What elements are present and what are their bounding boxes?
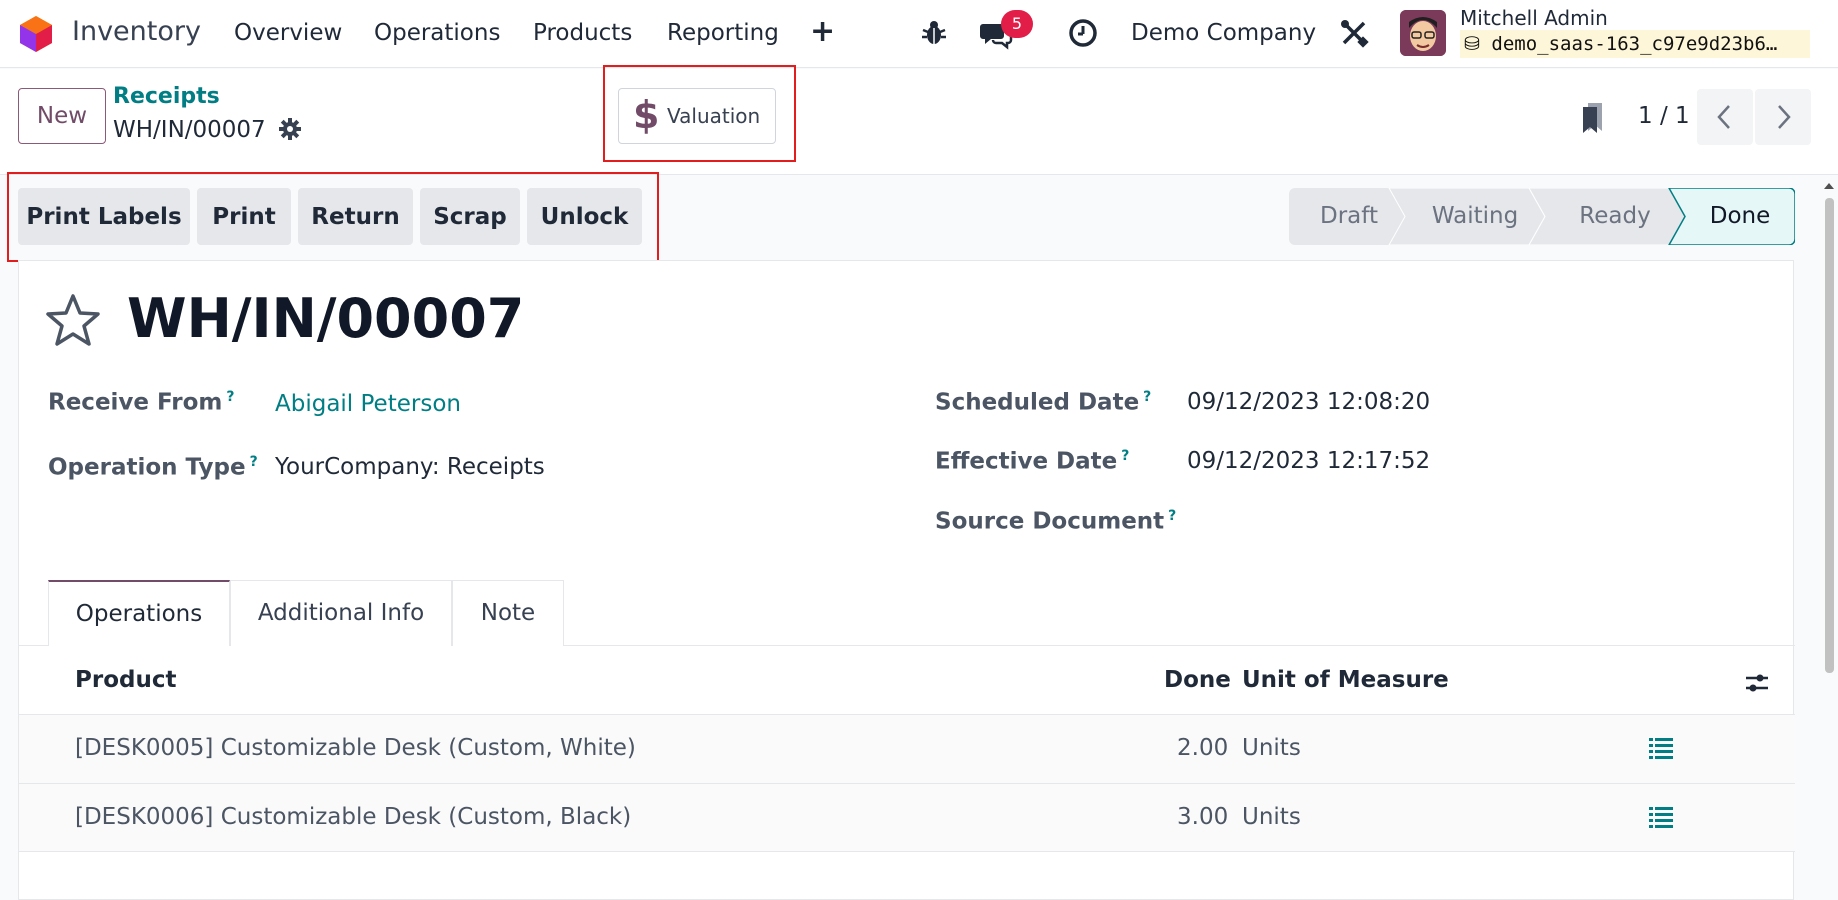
operation-type-value[interactable]: YourCompany: Receipts [275,454,545,480]
pager-previous-button[interactable] [1697,89,1753,145]
uom-cell[interactable]: Units [1242,804,1301,830]
scheduled-date-value[interactable]: 09/12/2023 12:08:20 [1187,389,1430,415]
table-row[interactable]: [DESK0005] Customizable Desk (Custom, Wh… [19,714,1795,783]
help-tooltip[interactable]: ? [1143,389,1151,405]
column-done[interactable]: Done [1164,667,1231,693]
done-cell[interactable]: 2.00 [1177,735,1228,761]
company-switcher[interactable]: Demo Company [1131,20,1316,46]
scheduled-date-label: Scheduled Date? [935,389,1152,416]
scrollbar-thumb[interactable] [1825,198,1834,673]
detailed-operations-icon[interactable] [1649,806,1673,828]
menu-reporting[interactable]: Reporting [667,20,779,46]
bookmark-icon[interactable] [1580,101,1606,135]
status-bar: Draft Waiting Ready Done [1289,188,1795,245]
receive-from-value[interactable]: Abigail Peterson [275,391,461,417]
valuation-label: Valuation [667,104,761,128]
form-sheet: WH/IN/00007 Receive From? Abigail Peters… [18,260,1795,900]
breadcrumb-current-record: WH/IN/00007 [113,117,266,143]
effective-date-value[interactable]: 09/12/2023 12:17:52 [1187,448,1430,474]
new-button[interactable]: New [18,88,106,144]
app-name[interactable]: Inventory [72,16,201,47]
pager-value[interactable]: 1 / 1 [1638,103,1690,129]
tab-note[interactable]: Note [452,580,564,646]
print-labels-button[interactable]: Print Labels [18,188,190,245]
user-avatar[interactable] [1400,10,1446,56]
plus-icon[interactable]: + [810,14,835,49]
help-tooltip[interactable]: ? [226,389,234,405]
return-button[interactable]: Return [298,188,413,245]
detailed-operations-icon[interactable] [1649,737,1673,759]
product-cell[interactable]: [DESK0006] Customizable Desk (Custom, Bl… [75,804,631,830]
user-name[interactable]: Mitchell Admin [1460,6,1608,30]
stage-draft[interactable]: Draft [1299,188,1399,245]
clock-icon[interactable] [1066,16,1100,50]
column-unit-of-measure[interactable]: Unit of Measure [1242,667,1449,693]
scrollbar[interactable] [1822,178,1836,890]
record-title: WH/IN/00007 [127,287,525,350]
effective-date-label: Effective Date? [935,448,1130,475]
pager-next-button[interactable] [1755,89,1811,145]
column-settings-icon[interactable] [1743,669,1771,697]
table-row[interactable]: [DESK0006] Customizable Desk (Custom, Bl… [19,783,1795,852]
database-icon: ⛁ [1464,33,1480,55]
source-document-label: Source Document? [935,508,1177,535]
dollar-icon: $ [633,93,660,137]
stage-done[interactable]: Done [1685,188,1795,245]
database-label: demo_saas-163_c97e9d23b6… [1491,33,1778,55]
uom-cell[interactable]: Units [1242,735,1301,761]
chevron-right-icon [1778,105,1791,129]
inventory-app-icon[interactable] [18,14,54,54]
tab-additional-info[interactable]: Additional Info [230,580,452,646]
stage-ready[interactable]: Ready [1547,188,1683,245]
scrap-button[interactable]: Scrap [420,188,520,245]
product-cell[interactable]: [DESK0005] Customizable Desk (Custom, Wh… [75,735,636,761]
stage-waiting[interactable]: Waiting [1407,188,1543,245]
bug-icon[interactable] [917,16,951,50]
scroll-up-icon[interactable] [1822,180,1836,192]
help-tooltip[interactable]: ? [250,454,258,470]
receive-from-label: Receive From? [48,389,235,416]
print-button[interactable]: Print [197,188,291,245]
done-cell[interactable]: 3.00 [1177,804,1228,830]
menu-products[interactable]: Products [533,20,632,46]
star-icon[interactable] [45,293,101,347]
valuation-button[interactable]: $ Valuation [618,88,776,144]
chevron-left-icon [1717,105,1730,129]
unlock-button[interactable]: Unlock [527,188,642,245]
database-name: ⛁ demo_saas-163_c97e9d23b6… [1460,30,1810,58]
column-product[interactable]: Product [75,667,176,693]
help-tooltip[interactable]: ? [1168,508,1176,524]
menu-operations[interactable]: Operations [374,20,500,46]
gear-icon[interactable] [278,117,302,141]
menu-overview[interactable]: Overview [234,20,342,46]
chat-badge: 5 [1001,10,1033,38]
control-panel: New Receipts WH/IN/00007 $ Valuation 1 /… [0,65,1838,175]
top-navbar: Inventory Overview Operations Products R… [0,0,1838,68]
operation-type-label: Operation Type? [48,454,258,481]
tools-icon[interactable] [1337,16,1371,50]
tab-operations[interactable]: Operations [48,580,230,646]
breadcrumb-receipts[interactable]: Receipts [113,84,220,109]
help-tooltip[interactable]: ? [1121,448,1129,464]
